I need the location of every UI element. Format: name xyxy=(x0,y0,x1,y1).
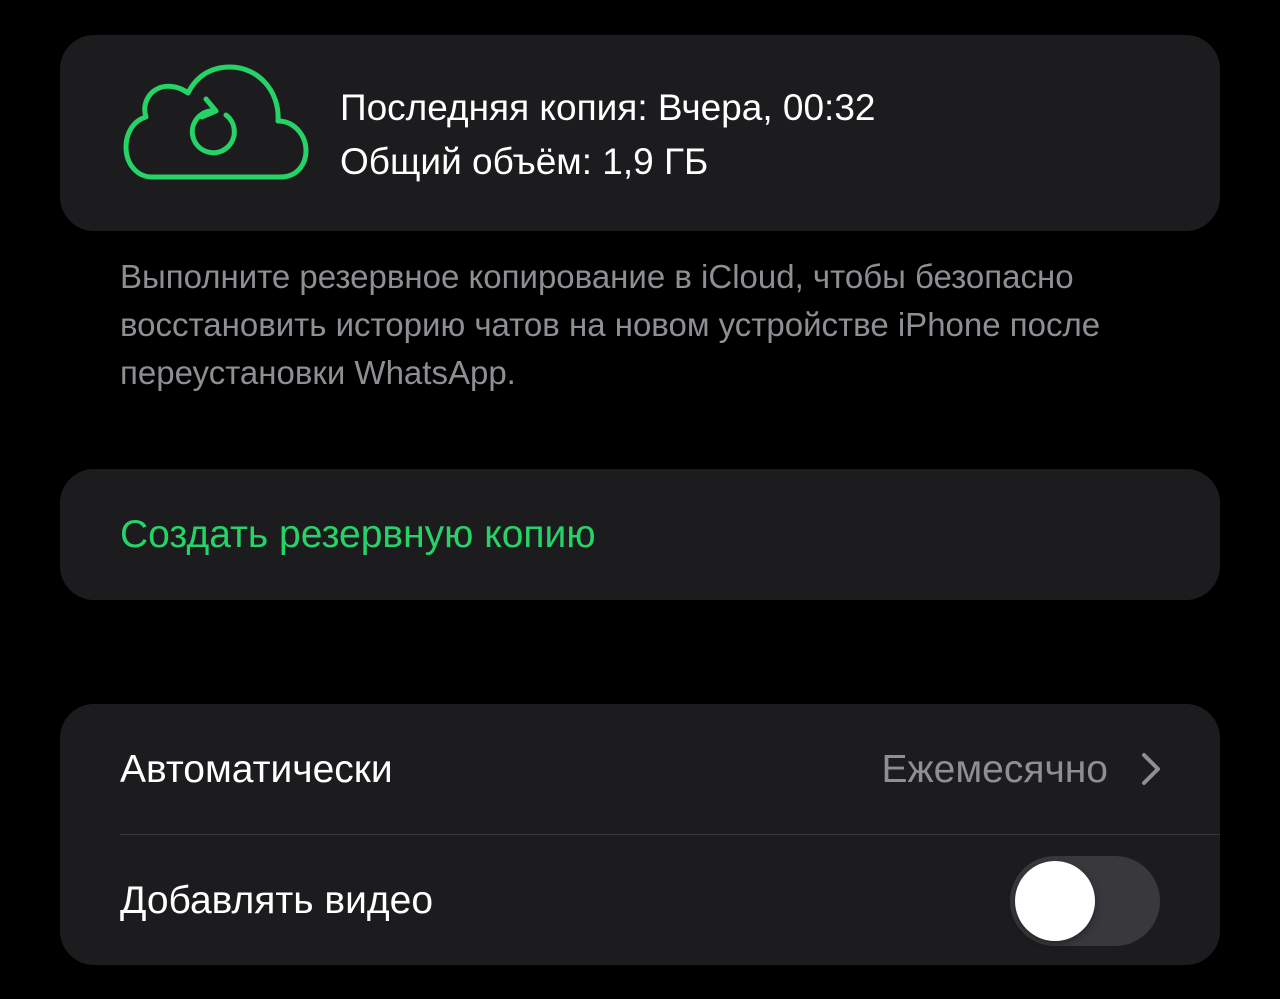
backup-info: Последняя копия: Вчера, 00:32 Общий объё… xyxy=(340,81,876,189)
create-backup-card: Создать резервную копию xyxy=(60,469,1220,600)
backup-status-card: Последняя копия: Вчера, 00:32 Общий объё… xyxy=(60,35,1220,231)
chevron-right-icon xyxy=(1142,753,1160,785)
auto-backup-row[interactable]: Автоматически Ежемесячно xyxy=(60,704,1220,835)
auto-backup-value: Ежемесячно xyxy=(881,748,1108,791)
include-videos-label: Добавлять видео xyxy=(120,879,434,922)
backup-settings-card: Автоматически Ежемесячно Добавлять видео xyxy=(60,704,1220,965)
create-backup-button[interactable]: Создать резервную копию xyxy=(120,469,596,600)
include-videos-row: Добавлять видео xyxy=(60,835,1220,965)
include-videos-toggle[interactable] xyxy=(1010,856,1160,946)
total-size-text: Общий объём: 1,9 ГБ xyxy=(340,141,709,182)
backup-description: Выполните резервное копирование в iCloud… xyxy=(120,258,1101,391)
cloud-refresh-icon xyxy=(123,64,309,180)
last-backup-text: Последняя копия: Вчера, 00:32 xyxy=(340,87,876,128)
auto-backup-label: Автоматически xyxy=(120,748,393,791)
toggle-knob xyxy=(1015,861,1095,941)
